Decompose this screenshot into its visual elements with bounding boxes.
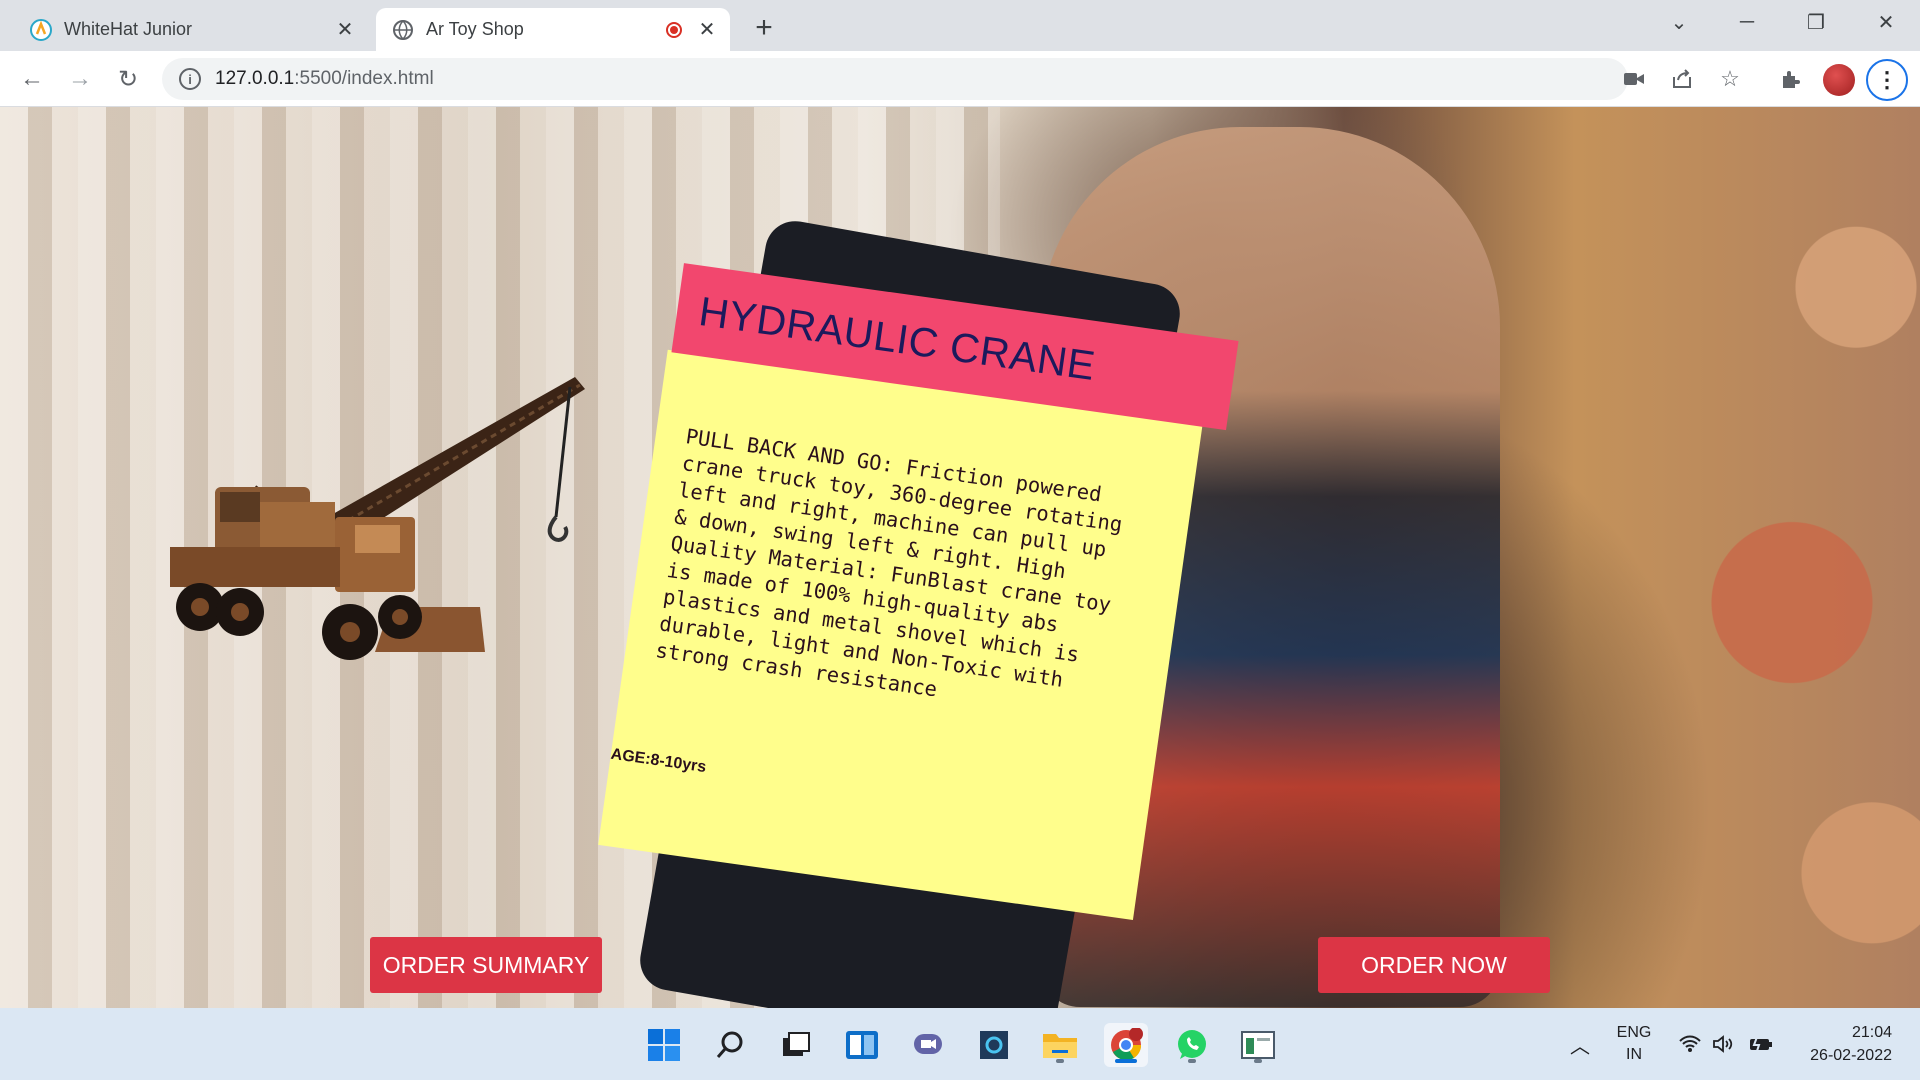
tab-search-icon[interactable]: ⌄ <box>1649 0 1709 44</box>
app-window-icon[interactable] <box>1236 1023 1280 1067</box>
search-icon[interactable] <box>708 1023 752 1067</box>
running-indicator <box>1056 1059 1064 1063</box>
recording-icon <box>666 21 682 38</box>
clock-date: 26-02-2022 <box>1810 1047 1892 1064</box>
clock[interactable]: 21:04 26-02-2022 <box>1792 1008 1892 1080</box>
globe-icon <box>392 19 414 41</box>
tab-strip: WhiteHat Junior ✕ Ar Toy Shop ✕ + ⌄ ─ ❐ … <box>0 0 1920 51</box>
share-icon[interactable] <box>1664 61 1700 97</box>
language-indicator[interactable]: ENG IN <box>1612 1008 1656 1080</box>
chrome-icon[interactable] <box>1104 1023 1148 1067</box>
camera-background-flowers <box>1600 107 1920 1008</box>
forward-button[interactable]: → <box>62 61 98 97</box>
address-bar[interactable]: i 127.0.0.1:5500/index.html <box>162 58 1628 100</box>
close-tab-icon[interactable]: ✕ <box>330 15 360 45</box>
file-explorer-icon[interactable] <box>1038 1023 1082 1067</box>
task-view-icon[interactable] <box>774 1023 818 1067</box>
order-now-button[interactable]: ORDER NOW <box>1318 937 1550 993</box>
tab-ar-toy-shop[interactable]: Ar Toy Shop ✕ <box>376 8 730 51</box>
product-age: AGE:8-10yrs <box>609 745 708 777</box>
back-button[interactable]: ← <box>14 61 50 97</box>
language-code: ENG <box>1616 1024 1652 1041</box>
site-info-icon[interactable]: i <box>179 68 201 90</box>
running-indicator <box>1254 1059 1262 1063</box>
ar-scene: PULL BACK AND GO: Friction powered crane… <box>0 107 1920 1008</box>
reload-button[interactable]: ↻ <box>110 61 146 97</box>
product-card-body: PULL BACK AND GO: Friction powered crane… <box>598 349 1203 920</box>
windows-taskbar: ︿ ENG IN 21:04 26-02-2022 <box>0 1008 1920 1080</box>
product-description: PULL BACK AND GO: Friction powered crane… <box>654 424 1124 702</box>
product-info-card: PULL BACK AND GO: Friction powered crane… <box>598 263 1278 931</box>
url-host: 127.0.0.1 <box>215 68 295 89</box>
chrome-menu-button[interactable]: ⋮ <box>1866 59 1908 101</box>
new-tab-button[interactable]: + <box>746 10 782 46</box>
close-tab-icon[interactable]: ✕ <box>692 15 722 45</box>
minimize-button[interactable]: ─ <box>1717 0 1777 44</box>
region-code: IN <box>1626 1046 1642 1063</box>
widgets-icon[interactable] <box>840 1023 884 1067</box>
close-window-button[interactable]: ✕ <box>1856 0 1916 44</box>
tab-title: Ar Toy Shop <box>426 19 524 39</box>
url-path: :5500/index.html <box>294 68 434 89</box>
volume-icon[interactable] <box>1712 1008 1736 1080</box>
tab-whitehat[interactable]: WhiteHat Junior ✕ <box>14 8 368 51</box>
clock-time: 21:04 <box>1851 1024 1892 1041</box>
windows-start-icon[interactable] <box>642 1023 686 1067</box>
whitehat-icon <box>30 18 52 41</box>
browser-toolbar: ← → ↻ i 127.0.0.1:5500/index.html ☆ ⋮ <box>0 51 1920 107</box>
show-hidden-icons-button[interactable]: ︿ <box>1570 1008 1590 1080</box>
camera-icon[interactable] <box>1616 61 1652 97</box>
cortana-icon[interactable] <box>972 1023 1016 1067</box>
running-indicator <box>1188 1059 1196 1063</box>
active-indicator <box>1115 1059 1137 1063</box>
chat-icon[interactable] <box>906 1023 950 1067</box>
battery-icon[interactable] <box>1748 1008 1774 1080</box>
profile-avatar[interactable] <box>1823 64 1855 96</box>
order-summary-button[interactable]: ORDER SUMMARY <box>370 937 602 993</box>
crane-3d-model[interactable] <box>160 367 600 747</box>
bookmark-star-icon[interactable]: ☆ <box>1712 61 1748 97</box>
extensions-icon[interactable] <box>1772 61 1808 97</box>
whatsapp-icon[interactable] <box>1170 1023 1214 1067</box>
tab-title: WhiteHat Junior <box>64 19 193 39</box>
url-text: 127.0.0.1:5500/index.html <box>215 68 434 90</box>
restore-button[interactable]: ❐ <box>1786 0 1846 44</box>
wifi-icon[interactable] <box>1678 1008 1702 1080</box>
